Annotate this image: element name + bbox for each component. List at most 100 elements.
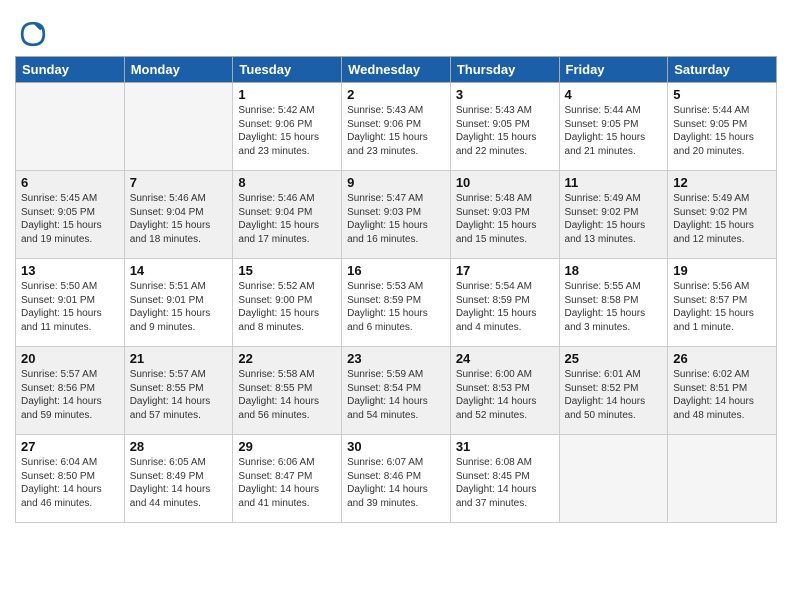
logo <box>15 16 55 52</box>
day-info: Sunrise: 6:01 AM Sunset: 8:52 PM Dayligh… <box>565 368 663 422</box>
day-info: Sunrise: 5:58 AM Sunset: 8:55 PM Dayligh… <box>238 368 336 422</box>
day-number: 30 <box>347 439 445 454</box>
calendar-cell: 20Sunrise: 5:57 AM Sunset: 8:56 PM Dayli… <box>16 347 125 435</box>
day-number: 4 <box>565 87 663 102</box>
day-info: Sunrise: 6:07 AM Sunset: 8:46 PM Dayligh… <box>347 456 445 510</box>
calendar-header-tuesday: Tuesday <box>233 57 342 83</box>
day-info: Sunrise: 6:08 AM Sunset: 8:45 PM Dayligh… <box>456 456 554 510</box>
day-info: Sunrise: 5:52 AM Sunset: 9:00 PM Dayligh… <box>238 280 336 334</box>
day-number: 17 <box>456 263 554 278</box>
day-info: Sunrise: 5:49 AM Sunset: 9:02 PM Dayligh… <box>565 192 663 246</box>
calendar-cell: 11 Sunrise: 5:49 AM Sunset: 9:02 PM Dayli… <box>559 171 668 259</box>
day-info: Sunrise: 5:43 AM Sunset: 9:05 PM Dayligh… <box>456 104 554 158</box>
calendar-cell: 7 Sunrise: 5:46 AM Sunset: 9:04 PM Daylig… <box>124 171 233 259</box>
calendar-cell: 6 Sunrise: 5:45 AM Sunset: 9:05 PM Daylig… <box>16 171 125 259</box>
day-number: 6 <box>21 175 119 190</box>
day-number: 28 <box>130 439 228 454</box>
calendar-header-thursday: Thursday <box>450 57 559 83</box>
calendar-cell: 28 Sunrise: 6:05 AM Sunset: 8:49 PM Dayli… <box>124 435 233 523</box>
day-info: Sunrise: 5:54 AM Sunset: 8:59 PM Dayligh… <box>456 280 554 334</box>
calendar-cell: 17 Sunrise: 5:54 AM Sunset: 8:59 PM Dayli… <box>450 259 559 347</box>
calendar-cell: 18 Sunrise: 5:55 AM Sunset: 8:58 PM Dayli… <box>559 259 668 347</box>
calendar-cell: 31 Sunrise: 6:08 AM Sunset: 8:45 PM Dayli… <box>450 435 559 523</box>
calendar-cell <box>16 83 125 171</box>
day-number: 10 <box>456 175 554 190</box>
day-info: Sunrise: 5:44 AM Sunset: 9:05 PM Dayligh… <box>565 104 663 158</box>
day-info: Sunrise: 5:48 AM Sunset: 9:03 PM Dayligh… <box>456 192 554 246</box>
calendar-cell: 3 Sunrise: 5:43 AM Sunset: 9:05 PM Daylig… <box>450 83 559 171</box>
calendar-week-row: 27 Sunrise: 6:04 AM Sunset: 8:50 PM Dayli… <box>16 435 777 523</box>
calendar-cell: 9 Sunrise: 5:47 AM Sunset: 9:03 PM Daylig… <box>342 171 451 259</box>
day-number: 22 <box>238 351 336 366</box>
day-number: 16 <box>347 263 445 278</box>
calendar-cell: 29 Sunrise: 6:06 AM Sunset: 8:47 PM Dayli… <box>233 435 342 523</box>
calendar-cell: 16 Sunrise: 5:53 AM Sunset: 8:59 PM Dayli… <box>342 259 451 347</box>
day-info: Sunrise: 5:44 AM Sunset: 9:05 PM Dayligh… <box>673 104 771 158</box>
calendar-cell: 25 Sunrise: 6:01 AM Sunset: 8:52 PM Dayli… <box>559 347 668 435</box>
calendar-cell <box>559 435 668 523</box>
day-info: Sunrise: 5:45 AM Sunset: 9:05 PM Dayligh… <box>21 192 119 246</box>
calendar-cell: 5 Sunrise: 5:44 AM Sunset: 9:05 PM Daylig… <box>668 83 777 171</box>
day-info: Sunrise: 5:51 AM Sunset: 9:01 PM Dayligh… <box>130 280 228 334</box>
day-number: 1 <box>238 87 336 102</box>
calendar-header-wednesday: Wednesday <box>342 57 451 83</box>
calendar-cell: 24 Sunrise: 6:00 AM Sunset: 8:53 PM Dayli… <box>450 347 559 435</box>
calendar-cell: 19 Sunrise: 5:56 AM Sunset: 8:57 PM Dayli… <box>668 259 777 347</box>
day-info: Sunrise: 6:02 AM Sunset: 8:51 PM Dayligh… <box>673 368 771 422</box>
calendar-header-friday: Friday <box>559 57 668 83</box>
calendar-week-row: 13Sunrise: 5:50 AM Sunset: 9:01 PM Dayli… <box>16 259 777 347</box>
day-number: 18 <box>565 263 663 278</box>
day-info: Sunrise: 5:42 AM Sunset: 9:06 PM Dayligh… <box>238 104 336 158</box>
day-number: 21 <box>130 351 228 366</box>
day-info: Sunrise: 6:05 AM Sunset: 8:49 PM Dayligh… <box>130 456 228 510</box>
day-info: Sunrise: 5:53 AM Sunset: 8:59 PM Dayligh… <box>347 280 445 334</box>
day-number: 13 <box>21 263 119 278</box>
calendar-week-row: 20Sunrise: 5:57 AM Sunset: 8:56 PM Dayli… <box>16 347 777 435</box>
calendar-cell: 22 Sunrise: 5:58 AM Sunset: 8:55 PM Dayli… <box>233 347 342 435</box>
day-info: Sunrise: 6:06 AM Sunset: 8:47 PM Dayligh… <box>238 456 336 510</box>
day-number: 3 <box>456 87 554 102</box>
day-info: Sunrise: 5:47 AM Sunset: 9:03 PM Dayligh… <box>347 192 445 246</box>
calendar-cell: 26 Sunrise: 6:02 AM Sunset: 8:51 PM Dayli… <box>668 347 777 435</box>
calendar-week-row: 1 Sunrise: 5:42 AM Sunset: 9:06 PM Daylig… <box>16 83 777 171</box>
day-number: 27 <box>21 439 119 454</box>
day-number: 9 <box>347 175 445 190</box>
day-info: Sunrise: 5:46 AM Sunset: 9:04 PM Dayligh… <box>130 192 228 246</box>
day-info: Sunrise: 6:00 AM Sunset: 8:53 PM Dayligh… <box>456 368 554 422</box>
calendar-cell: 23Sunrise: 5:59 AM Sunset: 8:54 PM Dayli… <box>342 347 451 435</box>
calendar-header-saturday: Saturday <box>668 57 777 83</box>
day-number: 15 <box>238 263 336 278</box>
day-number: 2 <box>347 87 445 102</box>
day-number: 7 <box>130 175 228 190</box>
day-number: 31 <box>456 439 554 454</box>
day-info: Sunrise: 5:57 AM Sunset: 8:55 PM Dayligh… <box>130 368 228 422</box>
day-info: Sunrise: 5:56 AM Sunset: 8:57 PM Dayligh… <box>673 280 771 334</box>
day-info: Sunrise: 5:43 AM Sunset: 9:06 PM Dayligh… <box>347 104 445 158</box>
calendar-cell: 8 Sunrise: 5:46 AM Sunset: 9:04 PM Daylig… <box>233 171 342 259</box>
day-info: Sunrise: 6:04 AM Sunset: 8:50 PM Dayligh… <box>21 456 119 510</box>
day-number: 5 <box>673 87 771 102</box>
logo-icon <box>15 16 51 52</box>
day-number: 29 <box>238 439 336 454</box>
calendar-cell: 1 Sunrise: 5:42 AM Sunset: 9:06 PM Daylig… <box>233 83 342 171</box>
calendar-cell: 27 Sunrise: 6:04 AM Sunset: 8:50 PM Dayli… <box>16 435 125 523</box>
day-number: 24 <box>456 351 554 366</box>
day-number: 20 <box>21 351 119 366</box>
day-number: 19 <box>673 263 771 278</box>
calendar-cell: 30 Sunrise: 6:07 AM Sunset: 8:46 PM Dayli… <box>342 435 451 523</box>
calendar-cell: 21 Sunrise: 5:57 AM Sunset: 8:55 PM Dayli… <box>124 347 233 435</box>
day-number: 8 <box>238 175 336 190</box>
day-number: 25 <box>565 351 663 366</box>
calendar-cell: 13Sunrise: 5:50 AM Sunset: 9:01 PM Dayli… <box>16 259 125 347</box>
day-number: 11 <box>565 175 663 190</box>
day-info: Sunrise: 5:59 AM Sunset: 8:54 PM Dayligh… <box>347 368 445 422</box>
calendar-cell: 10 Sunrise: 5:48 AM Sunset: 9:03 PM Dayli… <box>450 171 559 259</box>
day-info: Sunrise: 5:49 AM Sunset: 9:02 PM Dayligh… <box>673 192 771 246</box>
calendar: SundayMondayTuesdayWednesdayThursdayFrid… <box>15 56 777 523</box>
day-number: 26 <box>673 351 771 366</box>
calendar-cell <box>668 435 777 523</box>
day-info: Sunrise: 5:46 AM Sunset: 9:04 PM Dayligh… <box>238 192 336 246</box>
calendar-cell <box>124 83 233 171</box>
calendar-cell: 14Sunrise: 5:51 AM Sunset: 9:01 PM Dayli… <box>124 259 233 347</box>
day-info: Sunrise: 5:55 AM Sunset: 8:58 PM Dayligh… <box>565 280 663 334</box>
